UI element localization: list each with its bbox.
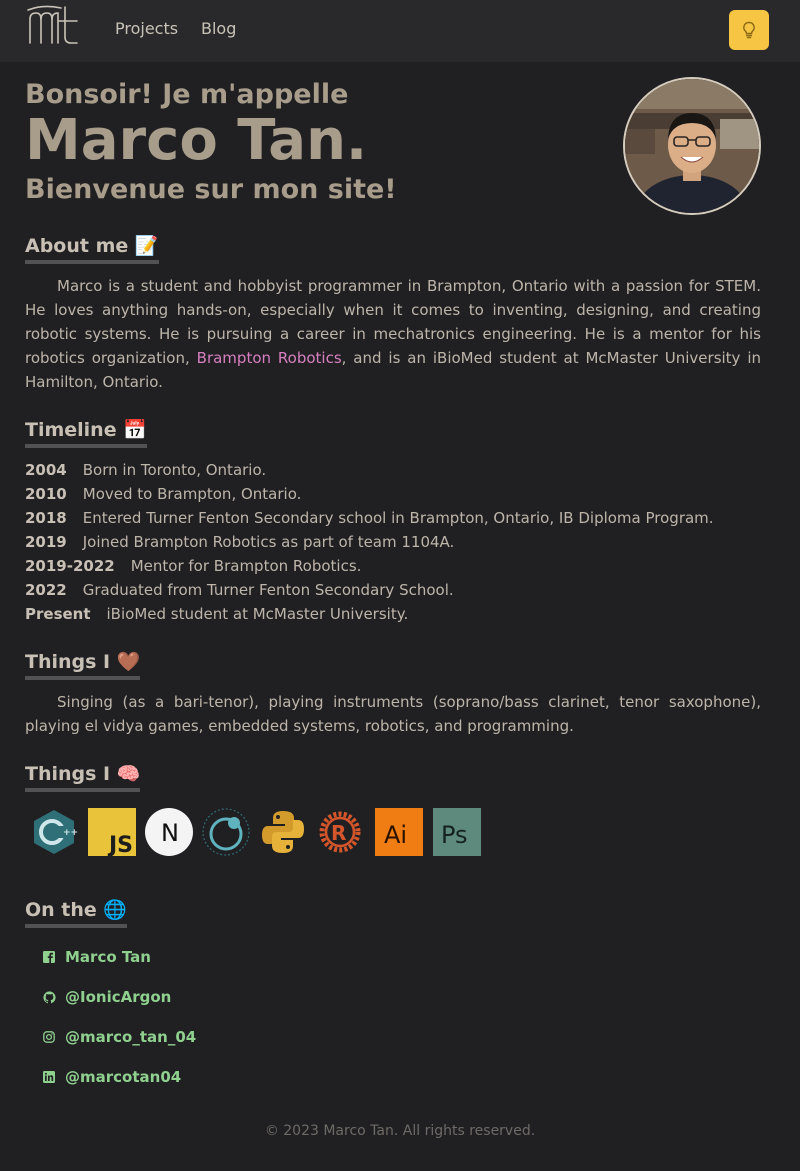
javascript-icon[interactable]: JS: [88, 808, 136, 856]
social-label: Marco Tan: [65, 948, 151, 966]
ai-label: Ai: [384, 821, 407, 849]
timeline-entry: 2018 Entered Turner Fenton Secondary scho…: [25, 506, 714, 530]
electron-icon[interactable]: [202, 808, 250, 856]
nav-projects-link[interactable]: Projects: [115, 19, 178, 38]
rust-icon[interactable]: R: [316, 808, 364, 856]
timeline-event: iBioMed student at McMaster University.: [106, 605, 409, 623]
svg-text:++: ++: [63, 828, 78, 838]
social-label: @marcotan04: [65, 1068, 182, 1086]
ps-label: Ps: [441, 821, 468, 849]
site-logo[interactable]: [27, 5, 79, 45]
cplusplus-icon[interactable]: ++: [30, 808, 78, 856]
timeline-entry: 2004 Born in Toronto, Ontario.: [25, 458, 266, 482]
about-text: Marco is a student and hobbyist programm…: [25, 274, 761, 394]
brampton-robotics-link[interactable]: Brampton Robotics: [197, 349, 342, 367]
social-label: @IonicArgon: [65, 988, 172, 1006]
social-label: @marco_tan_04: [65, 1028, 197, 1046]
js-label: JS: [107, 833, 133, 856]
timeline-event: Mentor for Brampton Robotics.: [130, 557, 362, 575]
social-title: On the 🌐: [25, 898, 128, 928]
hero-welcome: Bienvenue sur mon site!: [25, 174, 397, 205]
hero-greeting: Bonsoir! Je m'appelle: [25, 79, 349, 110]
timeline-year: 2018: [25, 509, 67, 527]
timeline-year: Present: [25, 605, 91, 623]
github-link[interactable]: @IonicArgon: [42, 987, 171, 1007]
timeline-entry: 2019 Joined Brampton Robotics as part of …: [25, 530, 454, 554]
nav-blog-link[interactable]: Blog: [201, 19, 236, 38]
timeline-event: Born in Toronto, Ontario.: [82, 461, 267, 479]
avatar: [623, 77, 761, 215]
avatar-photo: [625, 79, 759, 213]
skills-title: Things I 🧠: [25, 762, 141, 792]
github-icon: [42, 990, 56, 1004]
svg-text:R: R: [331, 821, 346, 845]
linkedin-icon: [42, 1070, 56, 1084]
photoshop-icon[interactable]: Ps: [433, 808, 481, 856]
next-label: N: [161, 819, 179, 847]
navbar: Projects Blog: [0, 0, 800, 62]
nextjs-icon[interactable]: N: [145, 808, 193, 856]
linkedin-link[interactable]: @marcotan04: [42, 1067, 181, 1087]
instagram-link[interactable]: @marco_tan_04: [42, 1027, 196, 1047]
theme-toggle-button[interactable]: [729, 10, 769, 50]
timeline-title: Timeline 📅: [25, 418, 147, 448]
timeline-entry: 2010 Moved to Brampton, Ontario.: [25, 482, 301, 506]
timeline-entry: 2022 Graduated from Turner Fenton Seconda…: [25, 578, 454, 602]
python-icon[interactable]: [259, 808, 307, 856]
instagram-icon: [42, 1030, 56, 1044]
hero-name: Marco Tan.: [25, 108, 368, 173]
likes-title: Things I 🤎: [25, 650, 141, 680]
footer-copyright: © 2023 Marco Tan. All rights reserved.: [264, 1123, 536, 1139]
illustrator-icon[interactable]: Ai: [375, 808, 423, 856]
timeline-year: 2019-2022: [25, 557, 115, 575]
timeline-year: 2004: [25, 461, 67, 479]
timeline-year: 2019: [25, 533, 67, 551]
timeline-event: Joined Brampton Robotics as part of team…: [82, 533, 455, 551]
timeline-event: Graduated from Turner Fenton Secondary S…: [82, 581, 454, 599]
lightbulb-icon: [743, 21, 755, 39]
timeline-year: 2022: [25, 581, 67, 599]
facebook-link[interactable]: Marco Tan: [42, 947, 151, 967]
timeline-event: Entered Turner Fenton Secondary school i…: [82, 509, 714, 527]
timeline-year: 2010: [25, 485, 67, 503]
timeline-event: Moved to Brampton, Ontario.: [82, 485, 302, 503]
facebook-icon: [42, 950, 56, 964]
about-title: About me 📝: [25, 234, 159, 264]
timeline-entry: Present iBioMed student at McMaster Unive…: [25, 602, 408, 626]
likes-text: Singing (as a bari-tenor), playing instr…: [25, 693, 761, 735]
timeline-entry: 2019-2022 Mentor for Brampton Robotics.: [25, 554, 361, 578]
